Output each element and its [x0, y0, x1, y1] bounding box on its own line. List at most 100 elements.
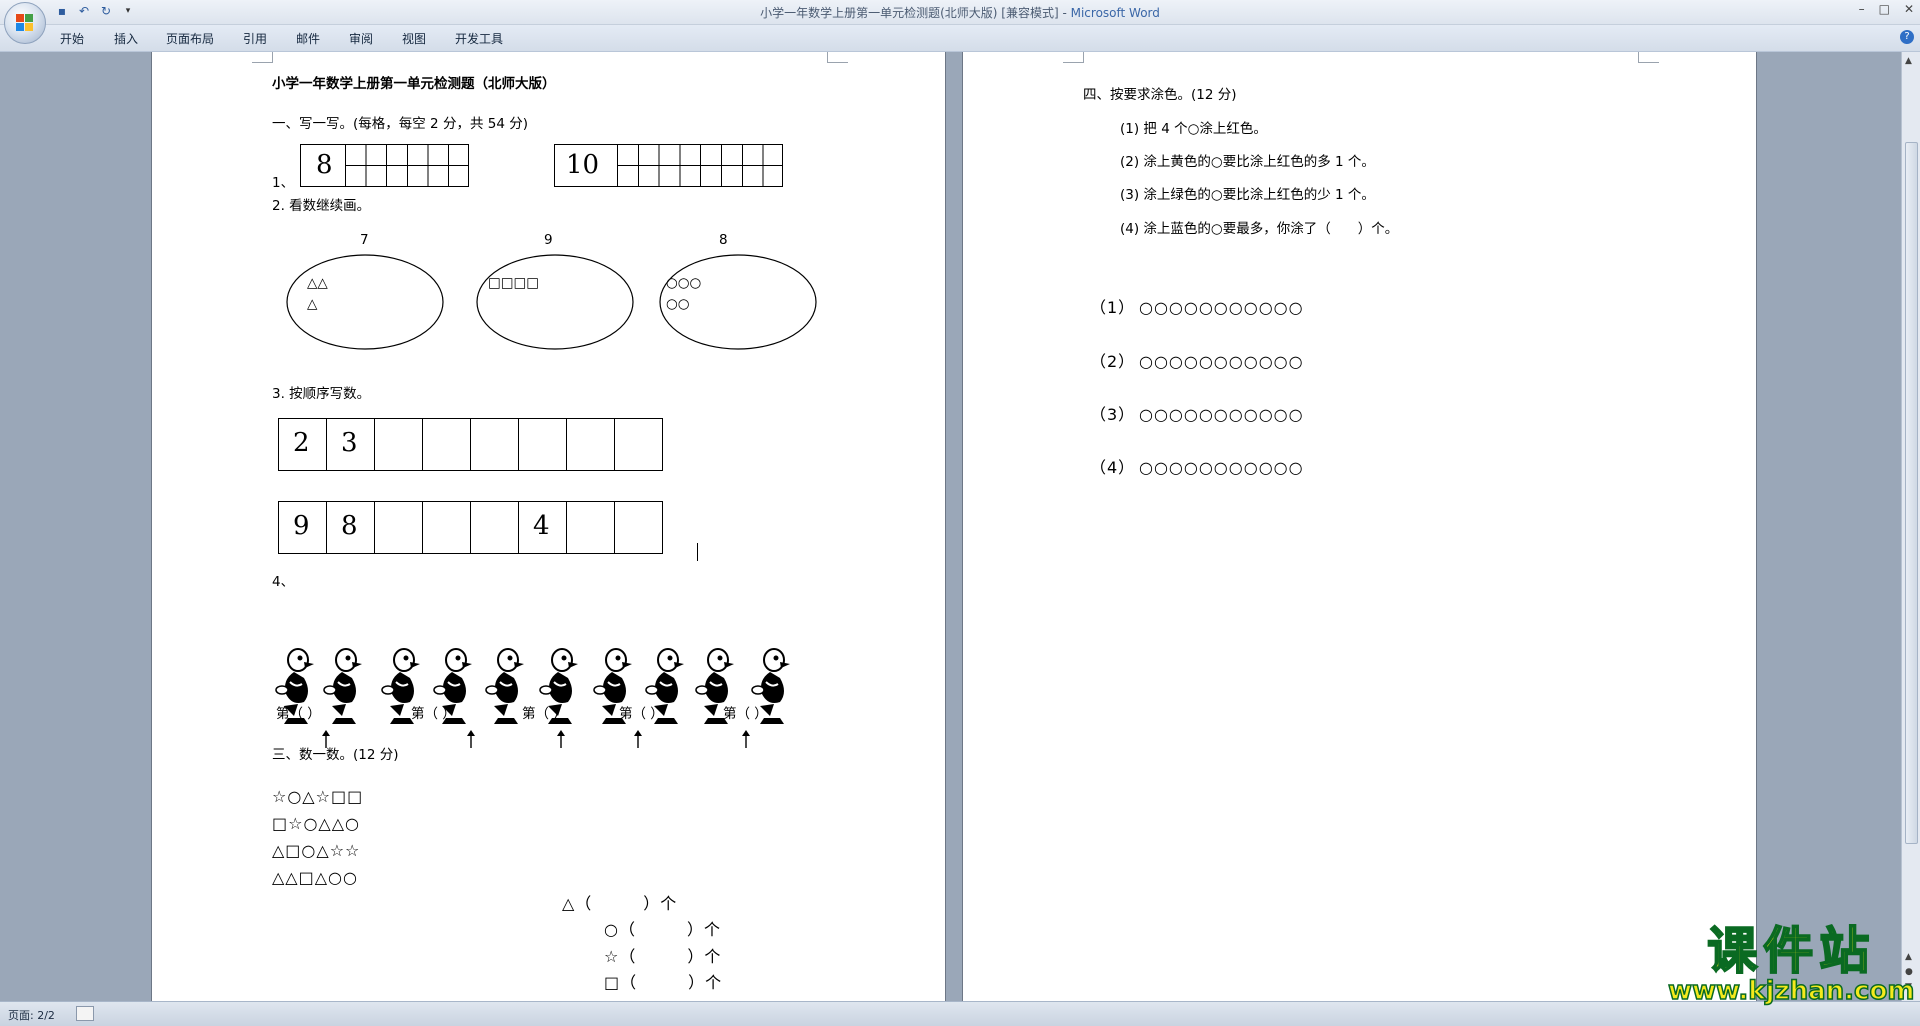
q5-answer-triangle[interactable]: △（ ）个 [562, 895, 677, 913]
circle-row-1-label: （1） [1090, 298, 1136, 317]
q4-blank-2[interactable]: 第（ ） [411, 706, 456, 722]
q1-writing-grid[interactable] [345, 144, 469, 187]
title-bar: ▪ ↶ ↻ ▾ 小学一年数学上册第一单元检测题(北师大版) [兼容模式] - M… [0, 0, 1920, 25]
q3-cell: 8 [326, 501, 375, 554]
q3-cell: 3 [326, 418, 375, 471]
q3-cell[interactable] [470, 501, 519, 554]
tab-insert[interactable]: 插入 [114, 30, 138, 47]
office-button[interactable] [4, 2, 46, 44]
q3-cell: 2 [278, 418, 327, 471]
circle-row-3[interactable]: ○○○○○○○○○○○ [1139, 406, 1304, 424]
q1-label: 1、 [272, 175, 295, 191]
document-area: 小学一年数学上册第一单元检测题（北师大版） 一、写一写。(每格，每空 2 分，共… [0, 52, 1902, 1001]
q5-shape-row-4: △△□△○○ [272, 868, 358, 887]
app-name: Microsoft Word [1070, 6, 1160, 20]
close-icon[interactable]: ✕ [1904, 2, 1914, 16]
q3-cell[interactable] [374, 418, 423, 471]
q1-number-b: 10 [566, 150, 600, 180]
q3-cell[interactable] [566, 418, 615, 471]
q3-cell-value: 9 [293, 511, 310, 541]
office-logo-icon [16, 14, 34, 32]
circle-row-4-label: （4） [1090, 458, 1136, 477]
tab-mailings[interactable]: 邮件 [296, 30, 320, 47]
page-count[interactable]: 页面: 2/2 [8, 1007, 55, 1023]
q2-oval-1-row-2: △ [307, 296, 318, 312]
q2-number-3: 8 [719, 232, 728, 248]
instruction-4: (4) 涂上蓝色的○要最多，你涂了（ ）个。 [1120, 221, 1399, 237]
section-4-heading: 四、按要求涂色。(12 分) [1083, 87, 1237, 103]
q2-ovals [286, 254, 817, 350]
q3-cell-value: 3 [341, 428, 358, 458]
q4-label: 4、 [272, 574, 295, 590]
q3-cell[interactable] [422, 501, 471, 554]
q1-writing-grid[interactable] [617, 144, 783, 187]
q3-cell[interactable] [566, 501, 615, 554]
margin-corner [252, 52, 273, 63]
page-2: 四、按要求涂色。(12 分) (1) 把 4 个○涂上红色。 (2) 涂上黄色的… [963, 52, 1756, 1001]
status-bar: 页面: 2/2 [0, 1001, 1920, 1026]
q3-cell[interactable] [422, 418, 471, 471]
circle-row-2[interactable]: ○○○○○○○○○○○ [1139, 353, 1304, 371]
q3-cell[interactable] [374, 501, 423, 554]
tab-home[interactable]: 开始 [60, 30, 84, 47]
instruction-1: (1) 把 4 个○涂上红色。 [1120, 121, 1267, 137]
instruction-2: (2) 涂上黄色的○要比涂上红色的多 1 个。 [1120, 154, 1375, 170]
q4-blank-3[interactable]: 第（ ） [522, 706, 567, 722]
q3-cell: 9 [278, 501, 327, 554]
section-1-heading: 一、写一写。(每格，每空 2 分，共 54 分) [272, 116, 528, 132]
tab-view[interactable]: 视图 [402, 30, 426, 47]
scroll-up-icon[interactable]: ▲ [1905, 56, 1912, 66]
circle-row-2-label: （2） [1090, 352, 1136, 371]
q2-oval-2 [476, 254, 634, 350]
site-watermark: 课件站 www.kjzhan.com [1667, 922, 1915, 1006]
q5-answer-square[interactable]: □（ ）个 [604, 974, 722, 992]
q3-cell: 4 [518, 501, 567, 554]
circle-row-1[interactable]: ○○○○○○○○○○○ [1139, 299, 1304, 317]
arrow-up-icon [467, 730, 475, 748]
q3-cell[interactable] [614, 418, 663, 471]
arrow-up-icon [322, 730, 330, 748]
q2-oval-3-row-1: ○○○ [666, 275, 702, 291]
q3-label: 3. 按顺序写数。 [272, 386, 371, 402]
q3-cell[interactable] [518, 418, 567, 471]
circle-row-4[interactable]: ○○○○○○○○○○○ [1139, 459, 1304, 477]
q4-blank-5[interactable]: 第（ ） [723, 706, 768, 722]
q3-cell-value: 2 [293, 428, 310, 458]
duck-image [485, 648, 524, 724]
q3-cell-value: 8 [341, 511, 358, 541]
arrow-up-icon [557, 730, 565, 748]
tab-review[interactable]: 审阅 [349, 30, 373, 47]
tab-references[interactable]: 引用 [243, 30, 267, 47]
q5-answer-circle[interactable]: ○（ ）个 [604, 921, 721, 939]
q5-answer-star[interactable]: ☆（ ）个 [604, 948, 721, 966]
q3-cell[interactable] [614, 501, 663, 554]
q4-blank-1[interactable]: 第（ ） [276, 706, 321, 722]
margin-corner [1063, 52, 1084, 63]
window-controls: – □ ✕ [1859, 2, 1914, 16]
section-3-heading: 三、数一数。(12 分) [272, 747, 399, 763]
q3-cell-value: 4 [533, 511, 550, 541]
proofing-icon[interactable] [76, 1006, 94, 1021]
scroll-thumb[interactable] [1905, 142, 1918, 844]
q4-blank-4[interactable]: 第（ ） [619, 706, 664, 722]
vertical-scrollbar[interactable]: ▲ ▲ ● ▼ [1901, 52, 1920, 1001]
q1-number-a: 8 [316, 150, 333, 180]
q3-cell[interactable] [470, 418, 519, 471]
q2-oval-3-row-2: ○○ [666, 296, 690, 312]
tab-developer[interactable]: 开发工具 [455, 30, 503, 47]
watermark-logo-text: 课件站 [1706, 922, 1876, 980]
document-title-text: 小学一年数学上册第一单元检测题（北师大版） [272, 76, 556, 92]
arrow-up-icon [742, 730, 750, 748]
duck-image [323, 648, 362, 724]
q2-oval-2-row-1: □□□□ [488, 275, 540, 291]
q2-label: 2. 看数继续画。 [272, 198, 371, 214]
ribbon-tabs: 开始 插入 页面布局 引用 邮件 审阅 视图 开发工具 ? [0, 25, 1920, 52]
arrow-up-icon [634, 730, 642, 748]
q5-shape-row-3: △□○△☆☆ [272, 841, 361, 860]
tab-page-layout[interactable]: 页面布局 [166, 30, 214, 47]
minimize-icon[interactable]: – [1859, 2, 1865, 16]
instruction-3: (3) 涂上绿色的○要比涂上红色的少 1 个。 [1120, 187, 1375, 203]
margin-corner [1638, 52, 1659, 63]
maximize-icon[interactable]: □ [1879, 2, 1890, 16]
help-icon[interactable]: ? [1900, 30, 1914, 44]
